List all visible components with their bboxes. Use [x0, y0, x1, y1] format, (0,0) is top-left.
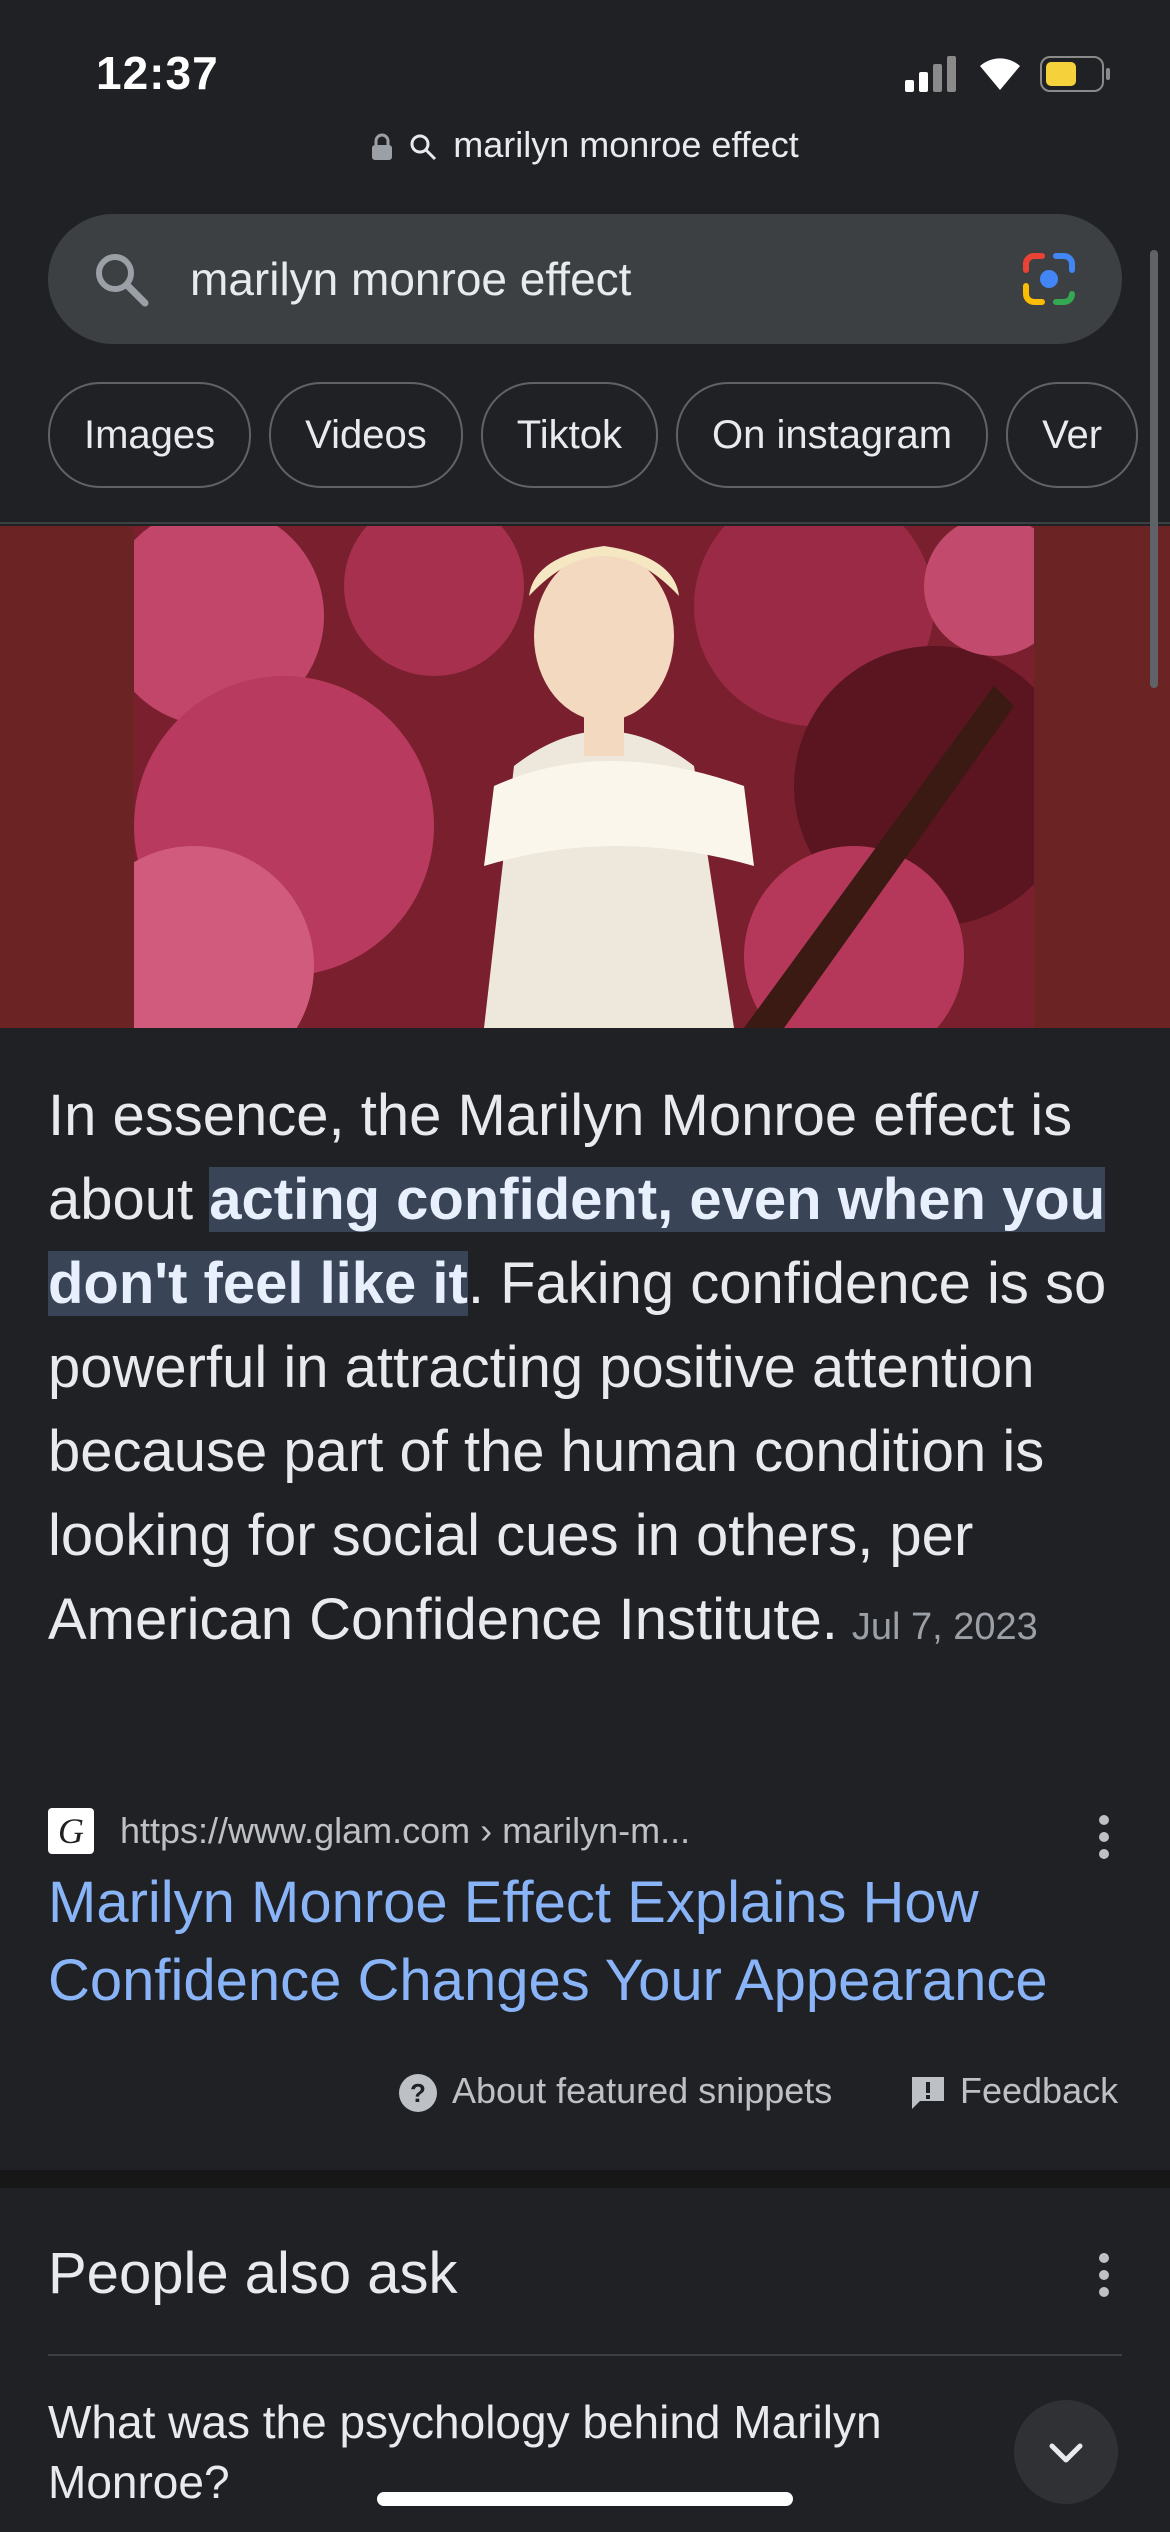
- about-featured-snippets-link[interactable]: ? About featured snippets: [398, 2070, 832, 2113]
- wifi-icon: [980, 58, 1020, 90]
- url-text: marilyn monroe effect: [453, 124, 799, 165]
- source-favicon: G: [48, 1808, 94, 1854]
- svg-text:?: ?: [410, 2078, 426, 2108]
- result-title-link[interactable]: Marilyn Monroe Effect Explains How Confi…: [48, 1864, 1128, 2020]
- chip-on-instagram[interactable]: On instagram: [675, 382, 989, 488]
- chip-videos[interactable]: Videos: [269, 382, 463, 488]
- search-box[interactable]: marilyn monroe effect: [48, 214, 1122, 344]
- signal-icon: [905, 54, 957, 92]
- search-icon[interactable]: [92, 250, 150, 308]
- source-url[interactable]: https://www.glam.com › marilyn-m...: [120, 1810, 690, 1852]
- more-vert-icon[interactable]: [1092, 2250, 1116, 2300]
- section-divider: [0, 2170, 1170, 2188]
- help-icon: ?: [399, 2074, 437, 2113]
- about-label: About featured snippets: [452, 2070, 833, 2111]
- chip-ver[interactable]: Ver: [1006, 382, 1139, 488]
- chip-tiktok[interactable]: Tiktok: [480, 382, 658, 488]
- expand-button[interactable]: [1014, 2400, 1118, 2504]
- feedback-label: Feedback: [960, 2070, 1119, 2111]
- home-indicator[interactable]: [377, 2492, 793, 2506]
- result-image[interactable]: [134, 526, 1034, 1028]
- people-also-ask-title: People also ask: [48, 2241, 458, 2306]
- divider: [48, 2354, 1122, 2356]
- feedback-link[interactable]: Feedback: [910, 2070, 1118, 2112]
- divider: [0, 522, 1170, 524]
- chevron-down-icon: [1049, 2443, 1083, 2463]
- chip-images[interactable]: Images: [48, 382, 252, 488]
- lens-icon[interactable]: [1020, 250, 1078, 308]
- snippet-date: Jul 7, 2023: [851, 1606, 1038, 1648]
- more-vert-icon[interactable]: [1092, 1812, 1116, 1862]
- filter-chips: Images Videos Tiktok On instagram Ver: [48, 382, 1170, 490]
- featured-snippet-text: In essence, the Marilyn Monroe effect is…: [48, 1074, 1128, 1669]
- url-bar[interactable]: marilyn monroe effect: [0, 124, 1170, 166]
- lock-icon: [372, 134, 393, 161]
- search-icon: [410, 134, 437, 161]
- search-input[interactable]: marilyn monroe effect: [190, 252, 631, 306]
- scrollbar[interactable]: [1150, 250, 1158, 688]
- status-time: 12:37: [96, 47, 219, 99]
- battery-icon: [1040, 56, 1110, 92]
- feedback-icon: [912, 2077, 944, 2110]
